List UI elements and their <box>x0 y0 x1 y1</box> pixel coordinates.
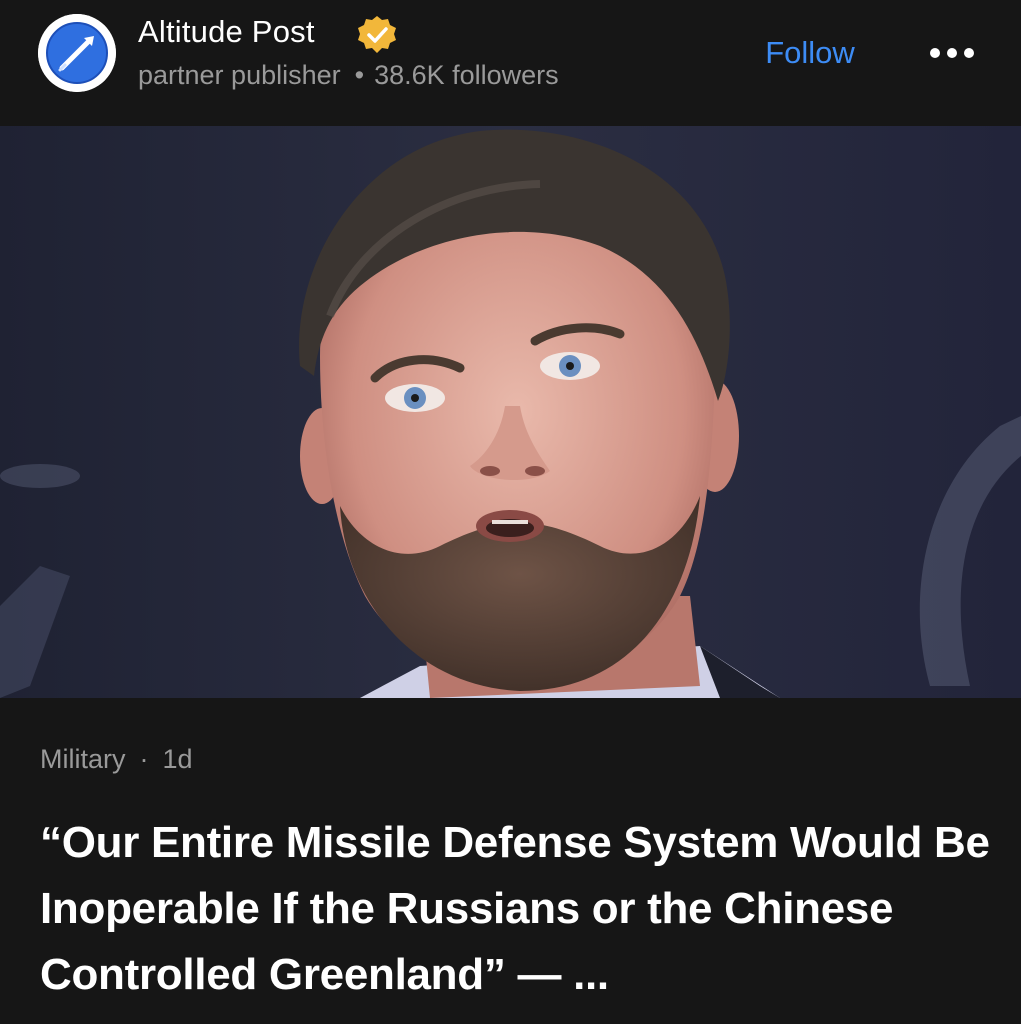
article-body[interactable]: Military · 1d “Our Entire Missile Defense … <box>0 698 1021 1024</box>
publisher-meta: partner publisher • 38.6K followers <box>138 60 559 91</box>
rocket-logo-icon <box>38 14 116 92</box>
article-age: 1d <box>162 744 193 774</box>
follow-button[interactable]: Follow <box>750 30 870 76</box>
publisher-name[interactable]: Altitude Post <box>138 14 315 50</box>
article-header: Altitude Post partner publisher • 38.6K fo… <box>0 0 1021 126</box>
ellipsis-icon <box>930 48 974 58</box>
article-category[interactable]: Military <box>40 744 126 774</box>
publisher-type: partner publisher <box>138 60 341 90</box>
meta-separator: · <box>139 744 149 774</box>
meta-separator: • <box>354 60 365 90</box>
article-hero-image[interactable] <box>0 126 1021 698</box>
article-headline[interactable]: “Our Entire Missile Defense System Would… <box>40 810 990 1008</box>
verified-badge-icon <box>355 13 399 57</box>
article-meta: Military · 1d <box>40 744 193 775</box>
more-options-button[interactable] <box>922 36 982 70</box>
publisher-avatar[interactable] <box>38 14 116 92</box>
follower-count: 38.6K followers <box>374 60 559 90</box>
